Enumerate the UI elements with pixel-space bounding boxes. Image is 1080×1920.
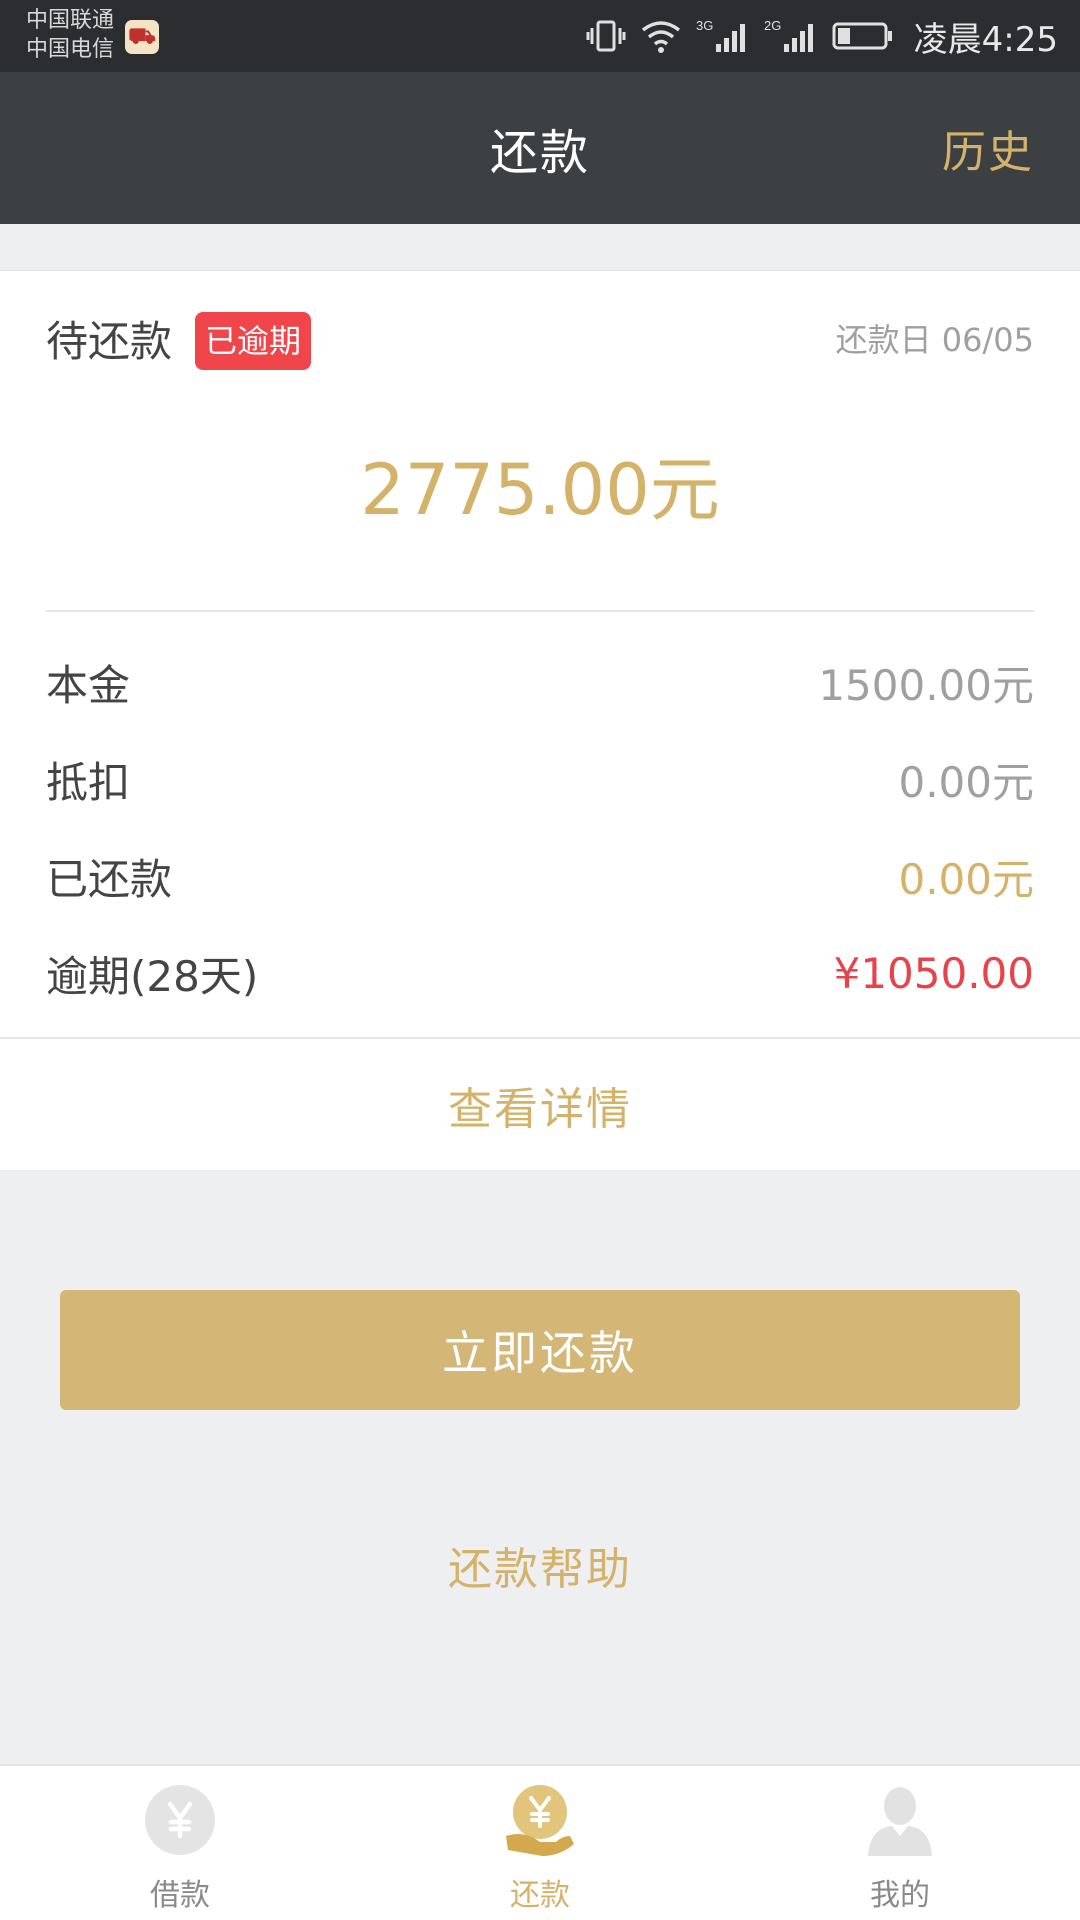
status-bar: 中国联通 中国电信 ⛟ 3G 2G 凌晨4:25 <box>0 0 1080 72</box>
yen-coin-icon <box>140 1780 220 1860</box>
detail-label: 逾期(28天) <box>46 951 259 1001</box>
detail-row-repaid: 已还款 0.00元 <box>46 846 1034 906</box>
detail-label: 已还款 <box>46 854 173 904</box>
pending-repayment-label: 待还款 <box>46 317 173 366</box>
repay-now-button[interactable]: 立即还款 <box>60 1290 1020 1410</box>
detail-label: 抵扣 <box>46 757 131 807</box>
page-title: 还款 <box>489 125 590 181</box>
app-header: 还款 历史 <box>0 72 1080 224</box>
history-button[interactable]: 历史 <box>942 72 1034 224</box>
battery-icon <box>832 22 892 50</box>
wifi-icon <box>641 21 680 53</box>
bottom-tab-bar: 借款 还款 我的 <box>0 1764 1080 1920</box>
status-icons: 3G 2G 凌晨4:25 <box>586 0 1058 72</box>
carrier-2: 中国电信 <box>26 37 115 62</box>
vibrate-icon <box>586 20 626 52</box>
signal-2g-icon: 2G <box>764 18 813 52</box>
detail-value: ¥1050.00 <box>833 948 1034 998</box>
detail-value: 0.00元 <box>898 757 1034 807</box>
divider <box>0 1037 1080 1039</box>
tab-repay[interactable]: 还款 <box>360 1766 720 1920</box>
detail-row-overdue: 逾期(28天) ¥1050.00 <box>46 943 1034 1003</box>
total-amount: 2775.00元 <box>360 449 720 531</box>
view-details-link[interactable]: 查看详情 <box>0 1040 1080 1170</box>
tab-mine[interactable]: 我的 <box>720 1766 1080 1920</box>
divider <box>46 610 1034 612</box>
tab-label: 借款 <box>150 1878 210 1913</box>
signal-3g-label: 3G <box>696 18 713 33</box>
detail-row-deduction: 抵扣 0.00元 <box>46 749 1034 809</box>
detail-value: 0.00元 <box>898 854 1034 904</box>
overdue-badge: 已逾期 <box>195 312 312 370</box>
carrier-info: 中国联通 中国电信 <box>26 6 114 64</box>
repayment-card <box>0 270 1080 1170</box>
detail-row-principal: 本金 1500.00元 <box>46 652 1034 712</box>
tab-label: 我的 <box>870 1878 930 1913</box>
signal-2g-label: 2G <box>764 18 781 33</box>
app-notification-icon: ⛟ <box>125 20 159 54</box>
tab-borrow[interactable]: 借款 <box>0 1766 360 1920</box>
clock: 凌晨4:25 <box>913 19 1058 60</box>
repay-help-link[interactable]: 还款帮助 <box>0 1530 1080 1600</box>
carrier-1: 中国联通 <box>26 8 115 33</box>
tab-label: 还款 <box>510 1878 570 1913</box>
signal-3g-icon: 3G <box>696 18 745 52</box>
due-date: 还款日 06/05 <box>835 321 1034 359</box>
repay-hand-icon <box>500 1780 580 1860</box>
detail-label: 本金 <box>46 660 131 710</box>
user-icon <box>860 1780 940 1860</box>
detail-value: 1500.00元 <box>818 660 1034 710</box>
